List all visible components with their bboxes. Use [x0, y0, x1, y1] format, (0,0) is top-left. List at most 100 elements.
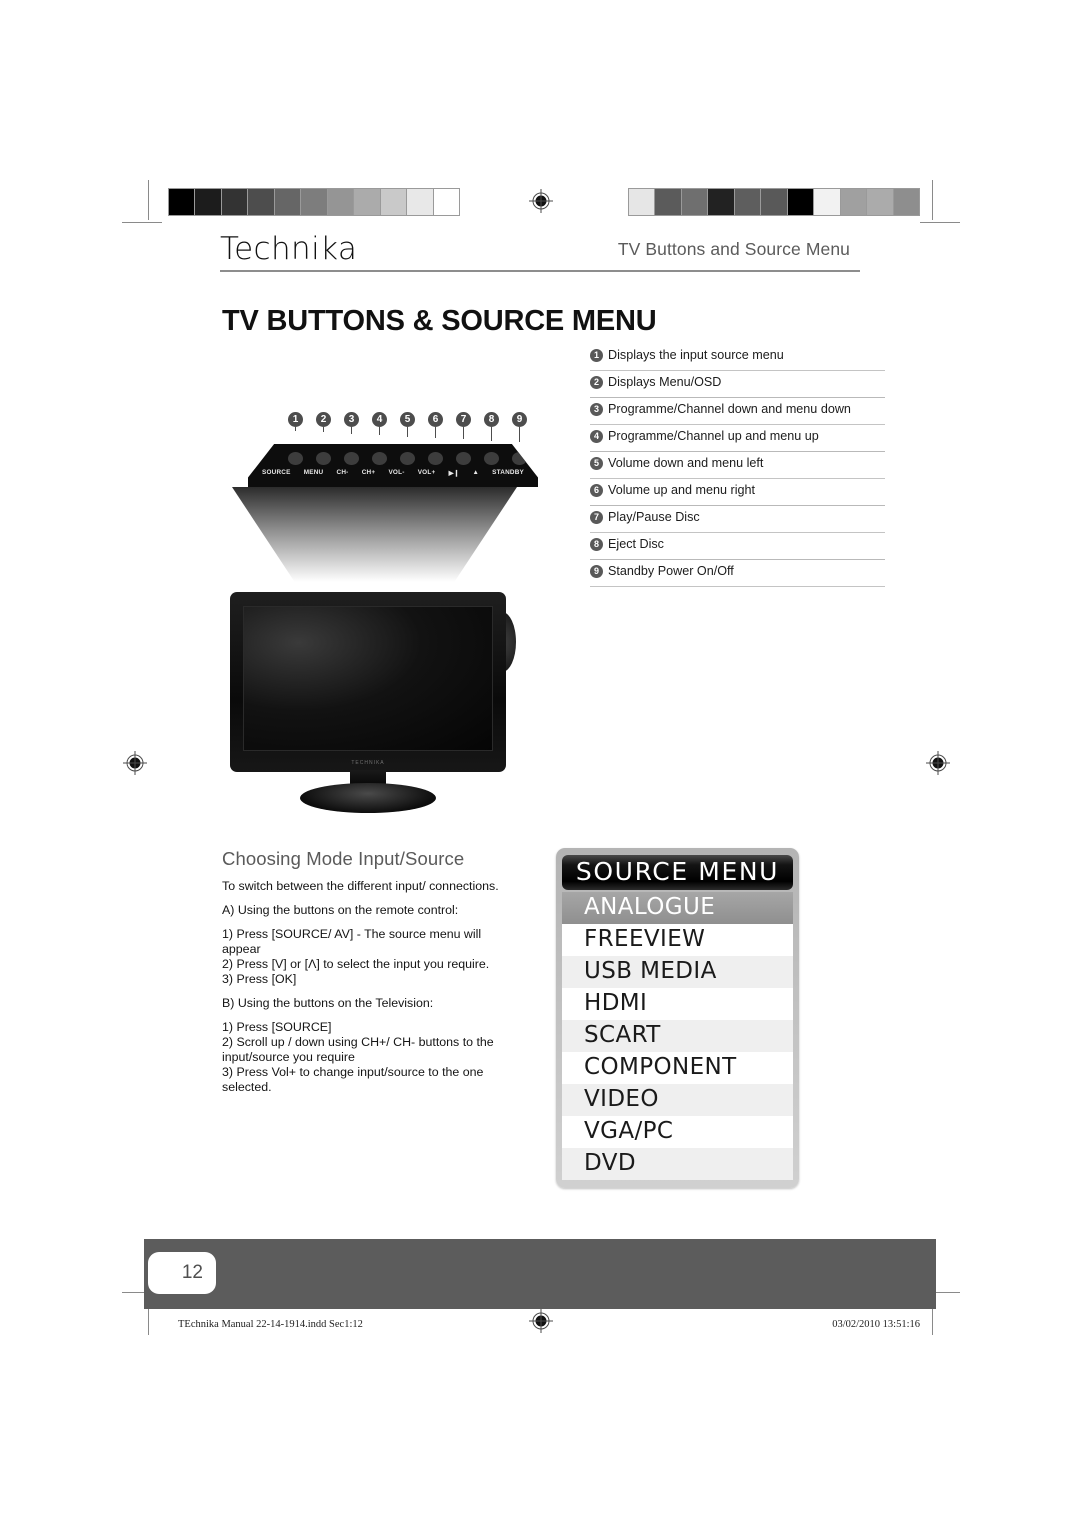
- source-menu-item-video[interactable]: VIDEO: [562, 1084, 793, 1116]
- calibration-swatch: [220, 189, 248, 215]
- legend-number-badge: 7: [590, 511, 603, 524]
- legend-number-badge: 5: [590, 457, 603, 470]
- crop-mark-top-left-horizontal: [122, 222, 162, 223]
- calibration-swatch: [707, 189, 734, 215]
- calibration-swatch: [379, 189, 407, 215]
- calibration-swatch: [760, 189, 787, 215]
- panel-leader-line: [323, 427, 324, 433]
- running-head: TV Buttons and Source Menu: [617, 239, 850, 259]
- panel-buttons-row: [288, 452, 527, 465]
- panel-button-label: STANDBY: [492, 469, 524, 476]
- legend-row: 1 Displays the input source menu: [590, 348, 885, 371]
- calibration-swatch: [839, 189, 867, 215]
- calibration-swatch: [300, 189, 327, 215]
- panel-body: SOURCE MENU CH- CH+ VOL- VOL+ ▶❙ ▲ STANDBY: [248, 444, 538, 487]
- crop-mark-top-right-horizontal: [920, 222, 960, 223]
- panel-leader-line: [435, 427, 436, 438]
- registration-mark-right-middle: [925, 750, 951, 776]
- source-menu-item-dvd[interactable]: DVD: [562, 1148, 793, 1180]
- greyscale-calibration-strip-right: [628, 188, 920, 216]
- source-menu-items: ANALOGUE FREEVIEW USB MEDIA HDMI SCART COMPON…: [562, 892, 793, 1180]
- panel-callout-number: 3: [344, 412, 359, 427]
- legend-row-label: Standby Power On/Off: [608, 564, 734, 578]
- source-menu-item-component[interactable]: COMPONENT: [562, 1052, 793, 1084]
- panel-button-labels: SOURCE MENU CH- CH+ VOL- VOL+ ▶❙ ▲ STANDBY: [262, 469, 524, 477]
- calibration-swatch: [353, 189, 380, 215]
- calibration-swatch: [680, 189, 708, 215]
- legend-row-label: Eject Disc: [608, 537, 664, 551]
- tv-screen: [243, 606, 493, 751]
- source-menu-item-analogue[interactable]: ANALOGUE: [562, 892, 793, 924]
- panel-callout-number: 7: [456, 412, 471, 427]
- legend-row: 7 Play/Pause Disc: [590, 510, 885, 533]
- legend-row-label: Displays Menu/OSD: [608, 375, 722, 389]
- page-number-badge: 12: [148, 1252, 216, 1294]
- legend-row: 2 Displays Menu/OSD: [590, 375, 885, 398]
- brand-logo: Technika: [220, 231, 358, 267]
- crop-mark-top-right-vertical: [932, 180, 933, 220]
- panel-button-label: CH+: [361, 469, 376, 476]
- panel-button-[interactable]: [484, 452, 499, 465]
- legend-row: 5 Volume down and menu left: [590, 456, 885, 479]
- panel-button-vol[interactable]: [400, 452, 415, 465]
- legend-row: 8 Eject Disc: [590, 537, 885, 560]
- calibration-swatch: [169, 189, 195, 215]
- panel-callout-number: 2: [316, 412, 331, 427]
- tv-perspective-glow: [232, 487, 517, 582]
- legend-number-badge: 4: [590, 430, 603, 443]
- instructions-steps-a: 1) Press [SOURCE/ AV] - The source menu …: [222, 927, 490, 986]
- legend-row-label: Volume up and menu right: [608, 483, 756, 497]
- panel-button-label: SOURCE: [262, 469, 291, 476]
- panel-button-label: ▶❙: [448, 470, 460, 477]
- panel-leader-line: [463, 427, 464, 440]
- calibration-swatch: [733, 189, 761, 215]
- panel-button-label: CH-: [336, 469, 349, 476]
- calibration-swatch: [813, 189, 840, 215]
- calibration-swatch: [326, 189, 354, 215]
- legend-number-badge: 6: [590, 484, 603, 497]
- panel-button-vol[interactable]: [428, 452, 443, 465]
- panel-button-label: VOL-: [388, 469, 405, 476]
- instructions-steps-b: 1) Press [SOURCE] 2) Scroll up / down us…: [222, 1020, 494, 1094]
- panel-button-standby[interactable]: [512, 452, 527, 465]
- page-title: TV BUTTONS & SOURCE MENU: [222, 305, 657, 338]
- instructions-section-a: A) Using the buttons on the remote contr…: [222, 903, 459, 917]
- panel-callout-number: 4: [372, 412, 387, 427]
- calibration-swatch: [194, 189, 221, 215]
- legend-number-badge: 9: [590, 565, 603, 578]
- panel-button-menu[interactable]: [316, 452, 331, 465]
- legend-row-label: Displays the input source menu: [608, 348, 784, 362]
- source-menu-item-vga-pc[interactable]: VGA/PC: [562, 1116, 793, 1148]
- source-menu-item-freeview[interactable]: FREEVIEW: [562, 924, 793, 956]
- calibration-swatch: [247, 189, 274, 215]
- tv-bezel: TECHNIKA: [230, 592, 506, 772]
- panel-button-source[interactable]: [288, 452, 303, 465]
- legend-row: 4 Programme/Channel up and menu up: [590, 429, 885, 452]
- panel-leader-line: [519, 427, 520, 443]
- instructions-intro: To switch between the different input/ c…: [222, 879, 499, 893]
- panel-button-ch[interactable]: [344, 452, 359, 465]
- source-menu-item-hdmi[interactable]: HDMI: [562, 988, 793, 1020]
- header-divider: [220, 270, 860, 272]
- panel-leader-line: [407, 427, 408, 437]
- panel-leader-line: [295, 427, 296, 431]
- television-illustration: TECHNIKA: [222, 487, 542, 827]
- panel-callout-numbers: 123456789: [288, 412, 527, 427]
- legend-number-badge: 3: [590, 403, 603, 416]
- panel-button-ch[interactable]: [372, 452, 387, 465]
- panel-callout-number: 9: [512, 412, 527, 427]
- calibration-swatch: [273, 189, 301, 215]
- registration-mark-top-center: [528, 188, 554, 214]
- source-menu-item-scart[interactable]: SCART: [562, 1020, 793, 1052]
- panel-callout-number: 6: [428, 412, 443, 427]
- panel-leader-line: [379, 427, 380, 436]
- legend-row-label: Programme/Channel up and menu up: [608, 429, 819, 443]
- legend-row-label: Play/Pause Disc: [608, 510, 700, 524]
- panel-button-[interactable]: [456, 452, 471, 465]
- legend-number-badge: 1: [590, 349, 603, 362]
- source-menu-item-usb-media[interactable]: USB MEDIA: [562, 956, 793, 988]
- crop-mark-top-left-vertical: [148, 180, 149, 220]
- instructions-column: Choosing Mode Input/Source To switch bet…: [222, 848, 507, 1104]
- panel-leader-line: [351, 427, 352, 434]
- panel-leader-line: [491, 427, 492, 441]
